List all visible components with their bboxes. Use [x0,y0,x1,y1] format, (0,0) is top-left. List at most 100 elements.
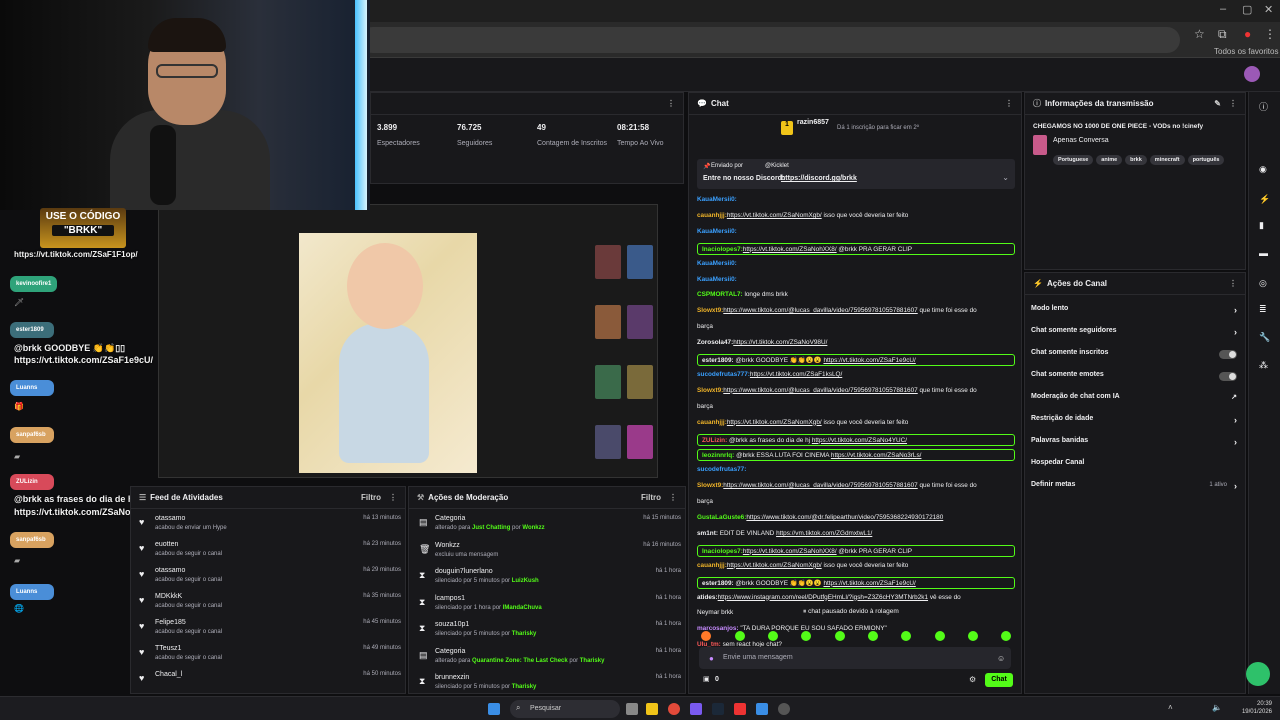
mic-icon[interactable]: ● [709,654,714,663]
chat-username[interactable]: KauaMersii0: [697,260,737,267]
chat-username[interactable]: cauanhjjj: [697,212,727,219]
chevron-up-icon[interactable]: ˄ [1168,703,1173,712]
stream-tag[interactable]: anime [1096,155,1123,165]
chat-username[interactable]: Inaciolopes7: [702,548,743,555]
chat-username[interactable]: Slowxt9: [697,307,723,314]
chat-message[interactable]: Slowxt9:https://www.tiktok.com/@lucas_da… [697,306,1015,315]
emote-icon[interactable] [835,631,845,641]
discord-icon[interactable] [690,703,702,715]
list-item[interactable]: ▤ Categoria alterado para Quarantine Zone:… [417,646,681,672]
chat-message[interactable]: Inaciolopes7:https://vt.tiktok.com/ZSaNo… [697,544,1015,557]
app-icon[interactable] [778,703,790,715]
chat-message[interactable]: barça [697,322,1015,331]
edit-icon[interactable]: ✎ [1214,93,1221,115]
chat-username[interactable]: CSPMORTAL7: [697,291,743,298]
chat-message[interactable]: atides:https://www.instagram.com/reel/DP… [697,593,1015,602]
chat-message[interactable]: cauanhjjj:https://vt.tiktok.com/ZSaNomXg… [697,561,1015,570]
emote-icon[interactable] [901,631,911,641]
chat-username[interactable]: Zorosola47: [697,339,733,346]
send-chat-button[interactable]: Chat [985,673,1013,687]
stream-category[interactable]: Apenas Conversa [1053,137,1109,144]
gear-icon[interactable]: ⚙ [969,675,976,684]
app-icon[interactable] [734,703,746,715]
chat-username[interactable]: KauaMersii0: [697,276,737,283]
lightning-icon[interactable]: ⚡ [1259,194,1270,205]
toggle-switch[interactable] [1219,372,1237,381]
chat-link[interactable]: https://www.instagram.com/reel/DPutfgEHm… [718,594,928,601]
chat-link[interactable]: https://vt.tiktok.com/ZSaNohXX8/ [743,548,837,555]
chat-message[interactable]: leozinnrlq: @brkk ESSA LUTA FOI CINEMA h… [697,449,1015,462]
chat-link[interactable]: https://vm.tiktok.com/ZGdmxtwL1/ [776,530,872,537]
chat-link[interactable]: https://vt.tiktok.com/ZSaNohXX8/ [743,246,837,253]
chat-message[interactable]: Slowxt9:https://www.tiktok.com/@lucas_da… [697,386,1015,395]
app-icon[interactable] [756,703,768,715]
list-item[interactable]: ⧗ douguin7lunerlano silenciado por 5 minut… [417,566,681,592]
emote-icon[interactable] [968,631,978,641]
stream-tag[interactable]: minecraft [1149,155,1185,165]
list-item[interactable]: ♥ otassamo acabou de enviar um Hype há 13 m… [139,513,401,539]
chat-message[interactable]: Slowxt9:https://www.tiktok.com/@lucas_da… [697,481,1015,490]
emoji-icon[interactable]: ☺ [997,654,1005,663]
emote-icon[interactable] [868,631,878,641]
chat-link[interactable]: https://vt.tiktok.com/ZSaNo3rLs/ [831,452,922,459]
chat-link[interactable]: https://vt.tiktok.com/ZSaF1ksLQ/ [750,371,842,378]
chat-link[interactable]: https://www.tiktok.com/@lucas_davilla/vi… [723,307,917,314]
task-view-icon[interactable] [626,703,638,715]
chat-message[interactable]: KauaMersii0: [697,275,1015,284]
chat-link[interactable]: https://vt.tiktok.com/ZSaNo4YUC/ [812,437,907,444]
broadcast-icon[interactable]: ◎ [1259,278,1267,289]
channel-action[interactable]: Chat somente seguidores › [1031,327,1241,341]
chat-username[interactable]: sm1nt: [697,530,718,537]
chat-input[interactable]: Envie uma mensagem [699,647,1011,669]
list-item[interactable]: ♥ TTeusz1 acabou de seguir o canal há 49 mi… [139,643,401,669]
channel-action[interactable]: Restrição de idade › [1031,415,1241,429]
list-item[interactable]: 🗑 Wonkzz excluiu uma mensagem há 16 minuto… [417,540,681,566]
profile-icon[interactable]: ● [1244,27,1251,41]
emote-icon[interactable] [1001,631,1011,641]
chevron-down-icon[interactable]: ⌄ [1002,173,1009,182]
list-item[interactable]: ⧗ brunnexzin silenciado por 5 minutos por … [417,672,681,698]
list-item[interactable]: ♥ Chacal_l há 50 minutos [139,669,401,695]
list-item[interactable]: ⧗ souza10p1 silenciado por 5 minutos por T… [417,619,681,645]
chat-username[interactable]: ZULizin: [702,437,727,444]
emote-icon[interactable] [735,631,745,641]
channel-action[interactable]: Modo lento › [1031,305,1241,319]
favorites-folder[interactable]: Todos os favoritos [1214,47,1278,56]
channel-action[interactable]: Chat somente emotes [1031,371,1241,385]
pinned-link[interactable]: https://discord.gg/brkk [781,175,857,182]
extensions-icon[interactable]: ⧉ [1218,27,1227,42]
list-item[interactable]: ♥ otassamo acabou de seguir o canal há 29 m… [139,565,401,591]
chat-message[interactable]: ester1809: @brkk GOODBYE 👏👏😮😮 https://vt… [697,354,1015,366]
list-item[interactable]: ♥ euotten acabou de seguir o canal há 23 mi… [139,539,401,565]
chat-link[interactable]: https://vt.tiktok.com/ZSaF1e9cU/ [823,357,915,364]
menu-icon[interactable]: ⋮ [1005,93,1013,115]
address-bar[interactable] [360,27,1180,53]
chat-username[interactable]: sucodefrutas77: [697,466,746,473]
chat-username[interactable]: leozinnrlq: [702,452,734,459]
points-icon[interactable]: ▣ [703,675,710,683]
chat-username[interactable]: cauanhjjj: [697,562,727,569]
filter-button[interactable]: Filtro [641,487,661,509]
emote-icon[interactable] [935,631,945,641]
chat-message[interactable]: KauaMersii0: [697,259,1015,268]
chat-link[interactable]: https://vt.tiktok.com/ZSaNomXgb/ [727,419,822,426]
chat-message[interactable]: sucodefrutas77: [697,465,1015,474]
chat-link[interactable]: https://vt.tiktok.com/ZSaNoV98U/ [733,339,827,346]
menu-icon[interactable]: ⋮ [667,93,675,115]
chat-username[interactable]: atides: [697,594,718,601]
channel-action[interactable]: Chat somente inscritos [1031,349,1241,363]
chat-message[interactable]: barça [697,497,1015,506]
chat-username[interactable]: ester1809: [702,580,734,587]
chat-message[interactable]: cauanhjjj:https://vt.tiktok.com/ZSaNomXg… [697,211,1015,220]
chat-username[interactable]: Slowxt9: [697,387,723,394]
chrome-icon[interactable] [668,703,680,715]
chat-message[interactable]: sm1nt: EDIT DE VINLAND https://vm.tiktok… [697,529,1015,538]
emote-icon[interactable] [701,631,711,641]
chat-message[interactable]: KauaMersii0: [697,195,1015,204]
taskbar-search[interactable]: Pesquisar [510,700,620,718]
chat-message[interactable]: KauaMersii0: [697,227,1015,236]
chat-message[interactable]: ester1809: @brkk GOODBYE 👏👏😮😮 https://vt… [697,576,1015,589]
chat-link[interactable]: https://www.tiktok.com/@lucas_davilla/vi… [723,482,917,489]
chat-message[interactable]: barça [697,402,1015,411]
maximize-icon[interactable]: ▢ [1242,3,1252,16]
